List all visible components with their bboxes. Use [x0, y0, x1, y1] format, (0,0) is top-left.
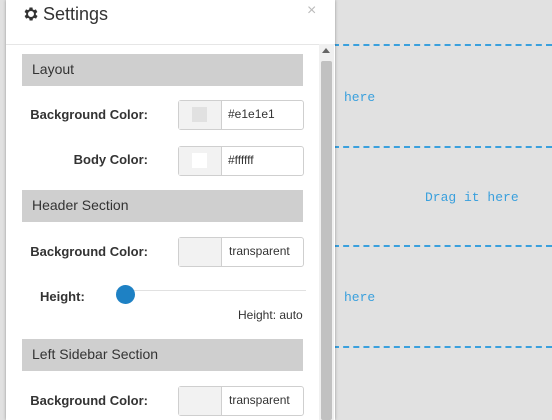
left-sidebar-bg-color-label: Background Color:: [30, 393, 148, 408]
height-label: Height:: [40, 289, 85, 304]
drop-zone-text: here: [344, 90, 376, 105]
color-swatch-button[interactable]: [179, 147, 222, 175]
section-title: Header Section: [32, 197, 129, 213]
color-swatch: [192, 153, 207, 168]
drop-zone-text: Drag it here: [425, 190, 519, 205]
panel-scrollbar[interactable]: [319, 44, 334, 420]
height-slider-knob[interactable]: [116, 285, 135, 304]
layout-bg-color-label: Background Color:: [30, 107, 148, 122]
layout-bg-color-input[interactable]: #e1e1e1: [178, 100, 304, 130]
panel-title: Settings: [43, 4, 109, 24]
left-sidebar-bg-color-input[interactable]: transparent: [178, 386, 304, 416]
color-swatch: [192, 107, 207, 122]
color-value: #e1e1e1: [228, 107, 275, 121]
drop-canvas: here Drag it here here: [333, 0, 552, 420]
color-value: #ffffff: [228, 153, 254, 167]
section-title: Left Sidebar Section: [32, 346, 159, 362]
section-header[interactable]: Header Section: [22, 190, 303, 222]
layout-body-color-input[interactable]: #ffffff: [178, 146, 304, 176]
height-value-text: Height: auto: [238, 308, 303, 322]
close-button[interactable]: ×: [307, 2, 316, 20]
height-slider-track[interactable]: [116, 290, 306, 291]
color-swatch-button[interactable]: [179, 238, 222, 266]
header-bg-color-input[interactable]: transparent: [178, 237, 304, 267]
section-layout[interactable]: Layout: [22, 54, 303, 86]
color-value: transparent: [229, 244, 290, 258]
section-left-sidebar[interactable]: Left Sidebar Section: [22, 339, 303, 371]
drop-zone-divider: [333, 346, 552, 348]
drop-zone-divider: [333, 44, 552, 46]
drop-zone-divider: [333, 146, 552, 148]
color-swatch-button[interactable]: [179, 101, 222, 129]
gear-icon: [24, 7, 38, 21]
color-swatch-button[interactable]: [179, 387, 222, 415]
scroll-up-arrow-icon[interactable]: [322, 48, 330, 53]
layout-body-color-label: Body Color:: [73, 152, 148, 167]
section-title: Layout: [32, 61, 75, 77]
drop-zone-divider: [333, 245, 552, 247]
color-value: transparent: [229, 393, 290, 407]
drop-zone-text: here: [344, 290, 376, 305]
scrollbar-thumb[interactable]: [321, 61, 332, 420]
settings-panel: Settings × Layout Background Color: #e1e…: [6, 0, 335, 420]
header-bg-color-label: Background Color:: [30, 244, 148, 259]
panel-header: Settings ×: [6, 0, 335, 45]
